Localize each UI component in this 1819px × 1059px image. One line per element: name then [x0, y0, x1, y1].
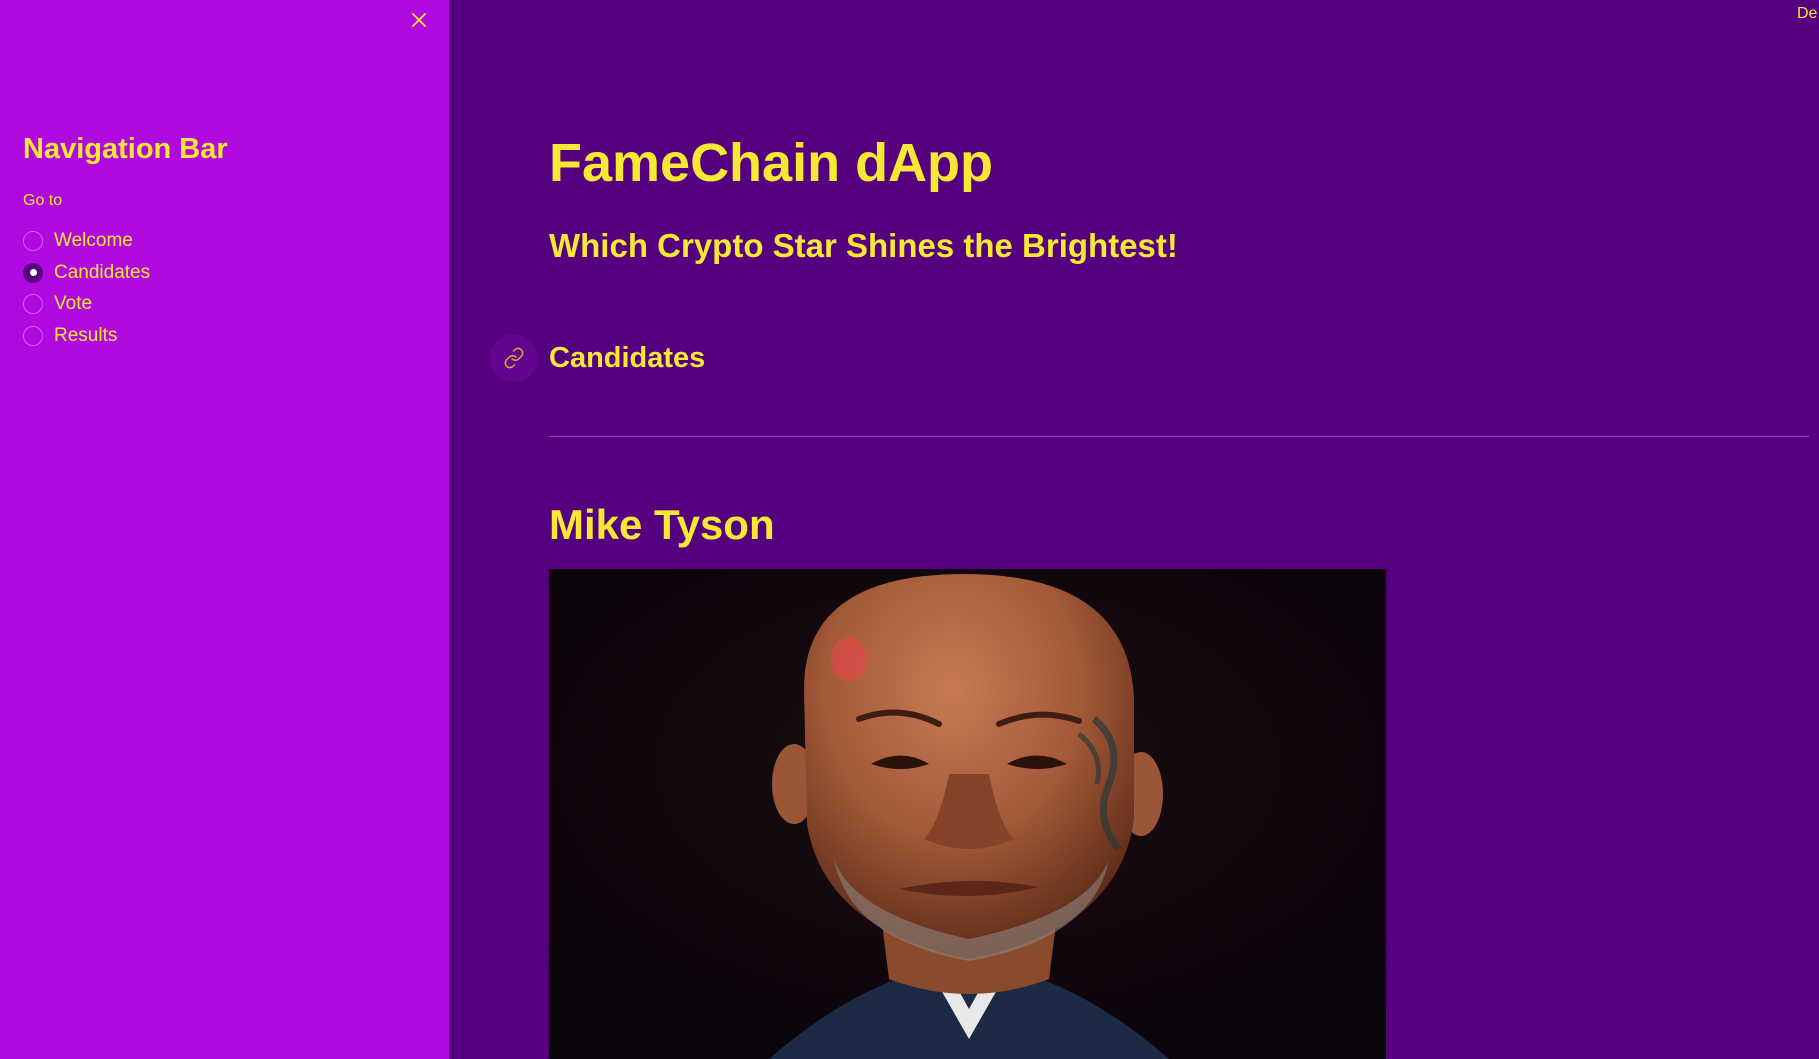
radio-group-label: Go to [23, 192, 63, 209]
link-icon [504, 347, 524, 369]
section-heading-candidates: Candidates [549, 342, 706, 374]
radio-option-welcome[interactable]: Welcome [23, 225, 150, 257]
candidate-name: Mike Tyson [549, 501, 775, 548]
radio-button[interactable] [23, 294, 43, 315]
radio-option-candidates[interactable]: Candidates [23, 257, 150, 289]
divider [549, 436, 1809, 437]
top-right-menu-text[interactable]: De [1797, 5, 1819, 23]
close-sidebar-button[interactable] [405, 6, 433, 34]
navigation-radio-group: Welcome Candidates Vote Results [23, 225, 150, 352]
sidebar: Navigation Bar Go to Welcome Candidates … [0, 0, 449, 1059]
radio-button-selected[interactable] [23, 262, 43, 283]
radio-option-results[interactable]: Results [23, 320, 150, 352]
radio-option-label: Candidates [54, 261, 151, 283]
radio-option-label: Results [54, 324, 118, 346]
section-anchor-link[interactable] [490, 334, 538, 382]
radio-button[interactable] [23, 230, 43, 251]
candidate-photo [549, 569, 1386, 1059]
close-icon [412, 13, 426, 27]
page-subtitle: Which Crypto Star Shines the Brightest! [549, 227, 1178, 264]
sidebar-title: Navigation Bar [23, 133, 228, 165]
radio-option-label: Vote [54, 293, 93, 315]
radio-option-vote[interactable]: Vote [23, 288, 150, 320]
page-title: FameChain dApp [549, 133, 994, 193]
radio-button[interactable] [23, 325, 43, 346]
portrait-image [549, 569, 1386, 1059]
radio-option-label: Welcome [54, 229, 133, 251]
